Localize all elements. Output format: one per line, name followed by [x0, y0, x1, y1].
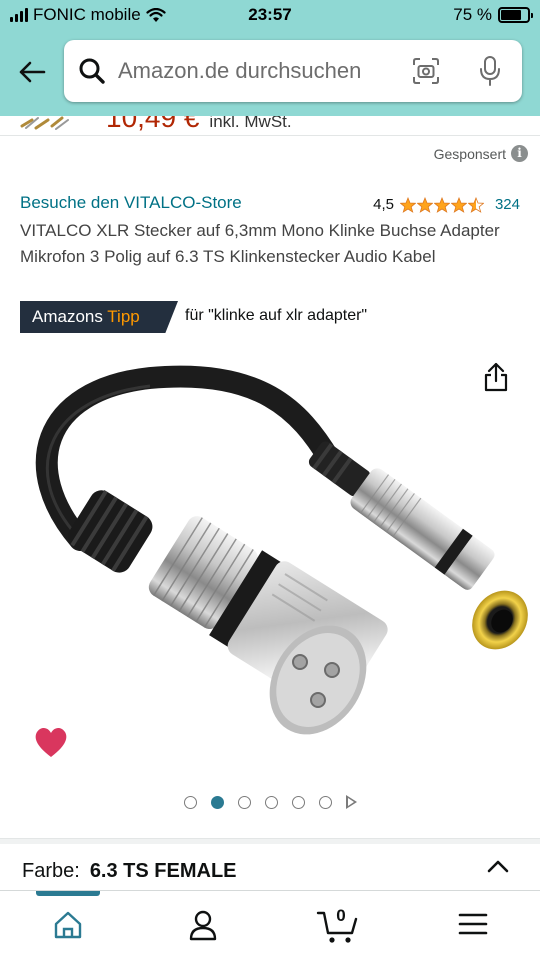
carousel-dot[interactable] [210, 795, 224, 809]
store-link[interactable]: Besuche den VITALCO-Store [20, 193, 242, 213]
product-image[interactable] [0, 350, 540, 790]
star-icon [450, 196, 467, 213]
carousel-dot[interactable] [237, 795, 251, 809]
badge-prefix: Amazons [32, 307, 103, 326]
previous-product-strip[interactable]: 10,49 € inkl. MwSt. [0, 116, 540, 136]
color-selector[interactable]: Farbe: 6.3 TS FEMALE [22, 860, 237, 883]
star-icon [433, 196, 450, 213]
share-icon[interactable] [483, 362, 509, 392]
app-header: FONIC mobile 23:57 75 % Amazon.de durchs… [0, 0, 540, 116]
carousel-dot[interactable] [291, 795, 305, 809]
battery-icon [498, 7, 533, 23]
account-icon[interactable] [187, 909, 219, 941]
product-title: VITALCO XLR Stecker auf 6,3mm Mono Klink… [20, 221, 500, 266]
bottom-navigation: 0 [0, 890, 540, 960]
carousel-dot[interactable] [264, 795, 278, 809]
rating-stars [399, 196, 484, 213]
cart-button[interactable]: 0 [316, 906, 360, 945]
rating-summary[interactable]: 4,5 324 [373, 196, 520, 213]
home-icon[interactable] [52, 909, 84, 941]
star-icon [416, 196, 433, 213]
menu-icon[interactable] [458, 909, 488, 939]
sponsored-text: Gesponsert [433, 145, 506, 162]
search-icon [79, 58, 105, 84]
product-thumbnail [20, 116, 69, 130]
price-row: 10,49 € inkl. MwSt. [106, 116, 292, 134]
microphone-icon[interactable] [478, 55, 502, 87]
back-arrow-icon[interactable] [16, 56, 48, 88]
active-tab-indicator [36, 891, 100, 896]
battery-percent: 75 % [453, 5, 492, 24]
rating-value: 4,5 [373, 196, 394, 213]
status-bar: FONIC mobile 23:57 75 % [0, 0, 540, 32]
cart-count: 0 [336, 906, 346, 925]
badge-query: für "klinke auf xlr adapter" [185, 307, 368, 324]
tax-note: inkl. MwSt. [209, 116, 292, 131]
video-play-icon[interactable] [345, 795, 357, 809]
chevron-up-icon[interactable] [486, 858, 510, 874]
section-divider [0, 838, 540, 844]
amazons-choice-badge: Amazons Tipp [20, 301, 178, 333]
carousel-dot[interactable] [318, 795, 332, 809]
price: 10,49 € [106, 116, 200, 133]
battery-fill [501, 10, 521, 20]
rating-count[interactable]: 324 [495, 196, 520, 213]
sponsored-label[interactable]: Gesponsert i [434, 145, 528, 162]
search-bar[interactable]: Amazon.de durchsuchen [64, 40, 522, 102]
star-icon [399, 196, 416, 213]
carousel-dot[interactable] [183, 795, 197, 809]
camera-search-icon[interactable] [412, 57, 440, 85]
color-value: 6.3 TS FEMALE [89, 860, 237, 882]
wishlist-heart-icon[interactable] [33, 725, 69, 759]
info-icon[interactable]: i [511, 145, 528, 162]
star-icon [467, 196, 484, 213]
color-label: Farbe: [22, 860, 80, 882]
status-right: 75 % [453, 5, 533, 25]
image-carousel-dots[interactable] [0, 795, 540, 809]
badge-highlight: Tipp [107, 307, 140, 326]
search-input[interactable]: Amazon.de durchsuchen [118, 58, 361, 84]
